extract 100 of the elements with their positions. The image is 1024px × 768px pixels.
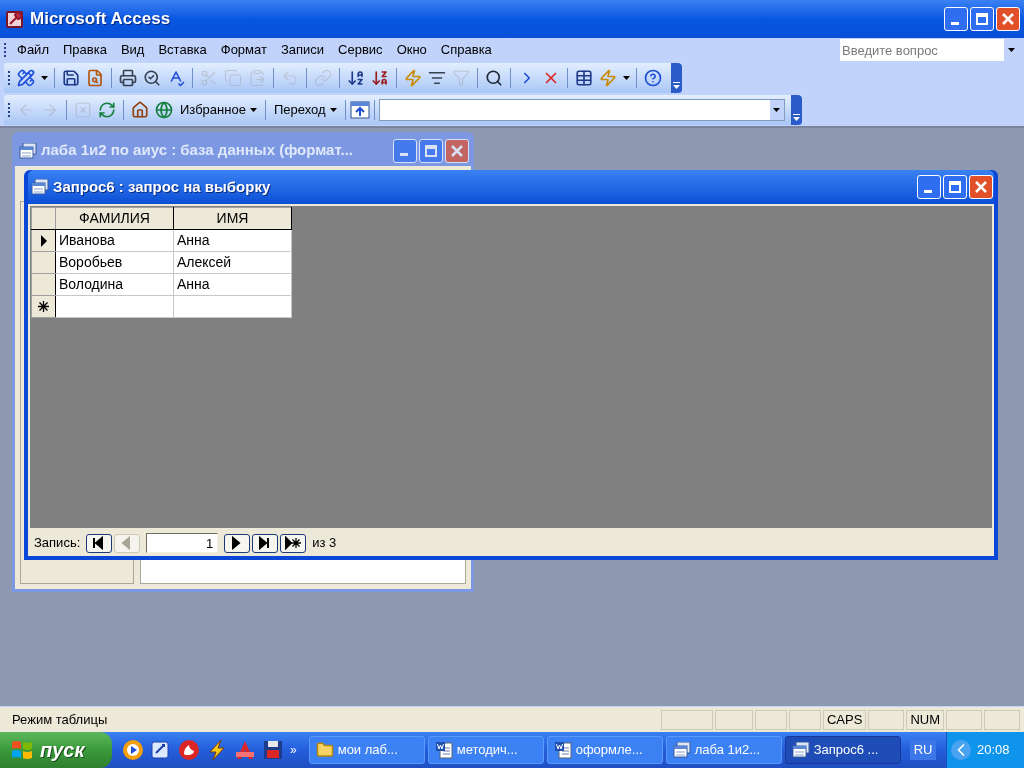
- form-window-icon: [672, 742, 691, 758]
- taskbar-button[interactable]: оформле...: [546, 736, 663, 764]
- go-menu[interactable]: Переход: [269, 100, 341, 120]
- status-pane: [984, 709, 1020, 730]
- taskbar-button[interactable]: методич...: [427, 736, 544, 764]
- close-icon: [450, 143, 464, 158]
- access-key-icon: [6, 10, 23, 28]
- folder-icon: [315, 741, 334, 759]
- dropdown-caret-icon: [40, 76, 48, 80]
- maximize-icon: [948, 180, 962, 194]
- status-pane: [755, 709, 787, 730]
- menu-item[interactable]: Файл: [10, 40, 56, 60]
- maximize-button[interactable]: [419, 138, 443, 163]
- menu-item[interactable]: Формат: [213, 40, 274, 60]
- new-record-button[interactable]: [280, 533, 307, 553]
- desktop-shortcut-icon[interactable]: [150, 739, 172, 761]
- word-document-icon: [434, 741, 453, 759]
- menu-item[interactable]: Правка: [55, 40, 114, 60]
- web-toolbar-only-icon[interactable]: [349, 101, 370, 119]
- clock: 20:08: [977, 741, 1010, 760]
- address-dropdown-button[interactable]: [769, 100, 784, 120]
- window-title: Запрос6 : запрос на выборку: [53, 176, 271, 197]
- table-cell[interactable]: Воробьев: [55, 251, 174, 274]
- maximize-icon: [975, 12, 989, 26]
- record-count: из 3: [312, 534, 337, 553]
- dropdown-caret-icon: [329, 108, 337, 112]
- first-record-button[interactable]: [86, 533, 113, 553]
- menu-item[interactable]: Вид: [113, 40, 152, 60]
- address-field[interactable]: [378, 99, 785, 121]
- menu-item[interactable]: Справка: [433, 40, 499, 60]
- form-window-icon: [791, 742, 810, 758]
- taskbar-button[interactable]: Запрос6 ...: [784, 736, 901, 764]
- table-cell[interactable]: [173, 295, 292, 318]
- new-row-icon: [38, 301, 49, 312]
- minimize-button[interactable]: [393, 138, 417, 163]
- flame-app-icon[interactable]: [178, 739, 200, 761]
- word-document-icon: [553, 741, 572, 759]
- table-cell[interactable]: Алексей: [173, 251, 292, 274]
- quick-launch-overflow[interactable]: »: [290, 741, 297, 759]
- status-pane: [661, 709, 713, 730]
- record-number-field[interactable]: 1: [146, 533, 219, 553]
- question-field[interactable]: Введите вопрос: [840, 39, 1004, 61]
- column-header[interactable]: ИМЯ: [173, 207, 292, 230]
- database-window-icon: [19, 142, 37, 159]
- dropdown-caret-icon: [1007, 48, 1015, 52]
- column-header[interactable]: ФАМИЛИЯ: [55, 207, 174, 230]
- row-selector[interactable]: [31, 295, 56, 318]
- table-cell[interactable]: Володина: [55, 273, 174, 296]
- media-player-icon[interactable]: [122, 739, 144, 761]
- record-label: Запись:: [34, 534, 81, 553]
- table-cell[interactable]: Анна: [173, 229, 292, 252]
- toolbar-options-button[interactable]: [790, 95, 802, 125]
- status-pane: [946, 709, 982, 730]
- minimize-button[interactable]: [944, 7, 968, 31]
- close-button[interactable]: [996, 7, 1020, 31]
- query-icon: [31, 179, 49, 195]
- options-caret-icon: [673, 82, 680, 89]
- close-button[interactable]: [445, 138, 469, 163]
- table-cell[interactable]: Иванова: [55, 229, 174, 252]
- menu-item[interactable]: Записи: [273, 40, 332, 60]
- status-text: Режим таблицы: [11, 710, 109, 729]
- close-icon: [974, 180, 988, 194]
- status-pane: [868, 709, 905, 730]
- menu-item[interactable]: Вставка: [151, 40, 214, 60]
- table-cell[interactable]: [55, 295, 174, 318]
- table-cell[interactable]: Анна: [173, 273, 292, 296]
- options-caret-icon: [792, 114, 800, 121]
- minimize-icon: [950, 21, 959, 25]
- maximize-icon: [424, 143, 438, 158]
- windows-logo-icon: [10, 739, 34, 761]
- taskbar-button[interactable]: лаба 1и2...: [665, 736, 782, 764]
- dropdown-caret-icon: [773, 108, 781, 112]
- dropdown-caret-icon: [249, 108, 257, 112]
- lightning-app-icon[interactable]: [206, 739, 228, 761]
- minimize-icon: [399, 153, 408, 156]
- row-selector[interactable]: [31, 273, 56, 296]
- menu-item[interactable]: Окно: [389, 40, 434, 60]
- toolbar-options-button[interactable]: [671, 63, 682, 93]
- close-icon: [1001, 12, 1015, 26]
- status-pane: [789, 709, 821, 730]
- next-record-button[interactable]: [224, 533, 251, 553]
- show-hidden-icons-icon[interactable]: [951, 740, 971, 760]
- menu-item[interactable]: Сервис: [331, 40, 390, 60]
- taskbar-button[interactable]: мои лаб...: [308, 736, 425, 764]
- new-record-icon: [285, 536, 302, 550]
- favorites-menu[interactable]: Избранное: [176, 100, 261, 120]
- language-indicator[interactable]: RU: [909, 740, 937, 760]
- minimize-icon: [923, 189, 932, 193]
- window-title: лаба 1и2 по аиус : база данных (формат...: [41, 140, 353, 161]
- status-indicator: CAPS: [823, 709, 867, 730]
- last-record-button[interactable]: [252, 533, 279, 553]
- row-selector[interactable]: [31, 251, 56, 274]
- maximize-button[interactable]: [970, 7, 994, 31]
- corner-cell: [31, 207, 56, 230]
- row-selector[interactable]: [31, 229, 56, 252]
- start-button[interactable]: пуск: [0, 732, 112, 768]
- close-button[interactable]: [969, 175, 993, 199]
- dropdown-caret-icon: [622, 76, 630, 80]
- maximize-button[interactable]: [943, 175, 967, 199]
- minimize-button[interactable]: [917, 175, 941, 199]
